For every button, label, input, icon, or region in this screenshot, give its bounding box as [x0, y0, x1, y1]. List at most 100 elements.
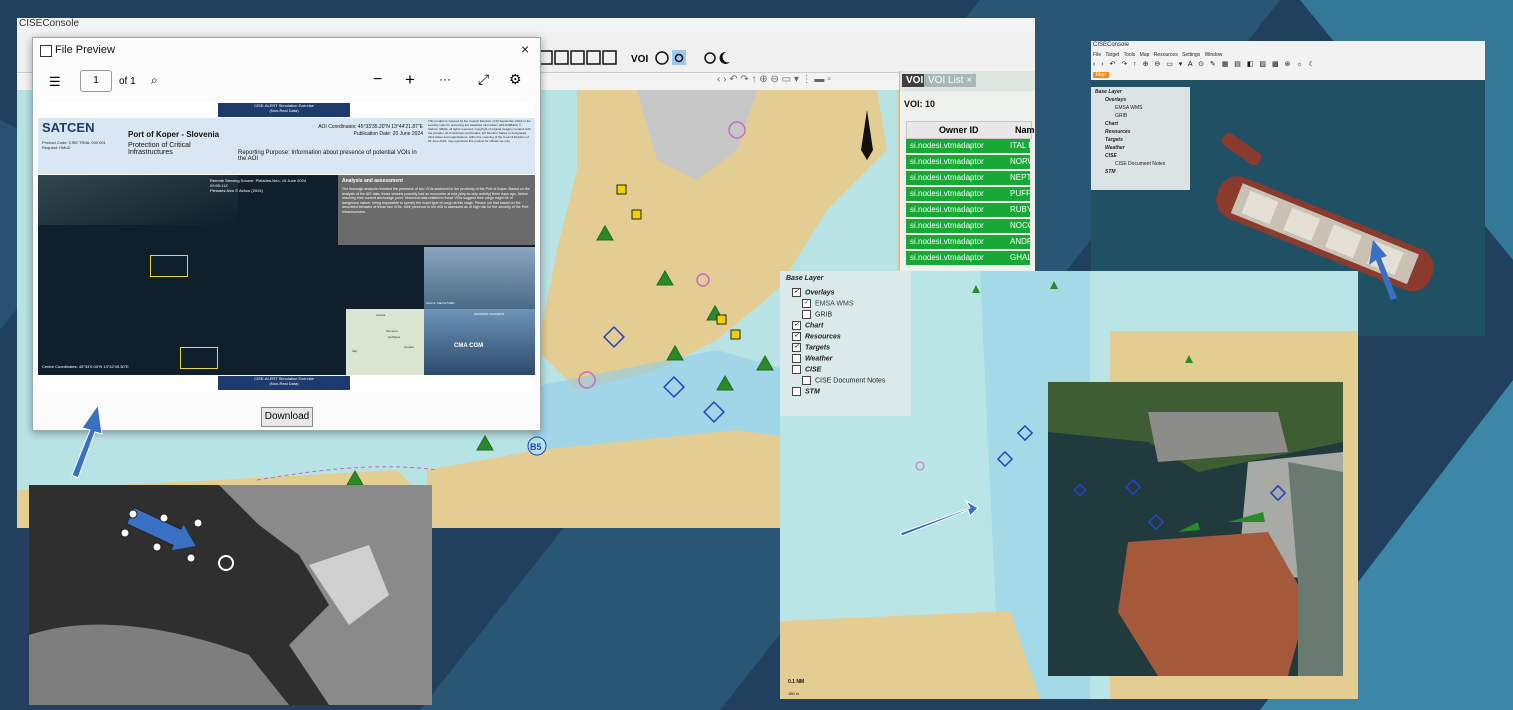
- table-row[interactable]: si.nodesi.vtmadaptorNORW: [906, 155, 1030, 169]
- mini-toolbar[interactable]: ‹ › ↶ ↷ ↑ ⊕ ⊖ ▭ ▾ A ⊙ ✎ ▦ ▤ ◧ ▨ ▩ ⊛ ☼ ☾: [1093, 60, 1483, 70]
- menu-settings[interactable]: Settings: [1182, 52, 1200, 58]
- remote-sensing-source: Remote Sensing Source: Pléiades-Neo, 19 …: [210, 178, 307, 193]
- checkbox[interactable]: [802, 310, 811, 319]
- layer-grib[interactable]: GRIB: [1115, 113, 1127, 119]
- table-row[interactable]: si.nodesi.vtmadaptorPUFFIN: [906, 187, 1030, 201]
- coastline-shading: [38, 175, 238, 225]
- location-map: Austria Slovenia Ljubljana Croatia Italy: [346, 309, 424, 375]
- voi-table-header: Owner ID Name: [906, 121, 1035, 139]
- tab-map[interactable]: Map: [1093, 72, 1109, 78]
- bw-terrain: [29, 485, 432, 705]
- ship-photo-1: Source: MarineTraffic: [424, 247, 535, 309]
- menu-resources[interactable]: Resources: [1154, 52, 1178, 58]
- voi-count: VOI: 10: [904, 99, 936, 109]
- analysis-box: Analysis and assessment The thorough ana…: [338, 175, 535, 245]
- checkbox[interactable]: [792, 387, 801, 396]
- table-row[interactable]: si.nodesi.vtmadaptor GHAL: [906, 251, 1030, 265]
- tab-voi-list[interactable]: VOI List ×: [924, 74, 977, 87]
- ship-imo: IMO/MMSI 212349878: [474, 312, 505, 316]
- checkbox[interactable]: [802, 376, 811, 385]
- mini-menu-bar: File Target Tools Map Resources Settings…: [1093, 52, 1222, 58]
- map-label-croatia: Croatia: [404, 345, 414, 349]
- list-icon[interactable]: ☰: [49, 74, 61, 90]
- checkbox[interactable]: ✓: [792, 332, 801, 341]
- layer-chart[interactable]: Chart: [1105, 121, 1118, 127]
- layer-emsa[interactable]: EMSA WMS: [1115, 105, 1143, 111]
- analysis-title: Analysis and assessment: [342, 178, 403, 184]
- map-nav-controls[interactable]: ‹ › ↶ ↷ ↑ ⊕ ⊖ ▭ ▾ ⋮ ▬ ▫: [717, 74, 887, 88]
- layer-targets[interactable]: Targets: [1105, 137, 1123, 143]
- reporting-purpose: Reporting Purpose: Information about pre…: [238, 150, 417, 162]
- layer-weather[interactable]: Weather: [792, 354, 833, 363]
- layer-resources[interactable]: ✓ Resources: [792, 332, 841, 341]
- layer-resources[interactable]: Resources: [1105, 129, 1131, 135]
- layer-emsa[interactable]: ✓ EMSA WMS: [802, 299, 854, 308]
- menu-target[interactable]: Target: [1105, 52, 1119, 58]
- close-icon[interactable]: ×: [966, 75, 972, 86]
- layer-stm[interactable]: STM: [792, 387, 820, 396]
- svg-text:VOI: VOI: [631, 54, 648, 65]
- doc-subheading: Protection of Critical Infrastructures: [128, 142, 191, 156]
- aerial-port-image: [1048, 382, 1343, 676]
- satellite-image: Remote Sensing Source: Pléiades-Neo, 19 …: [38, 175, 535, 375]
- layer-cise-notes[interactable]: CISE Document Notes: [1115, 161, 1165, 167]
- layer-overlays[interactable]: ✓ Overlays: [792, 288, 835, 297]
- layer-grib[interactable]: GRIB: [802, 310, 832, 319]
- map-label-slovenia: Slovenia: [386, 329, 398, 333]
- voi-box-2: [180, 347, 218, 369]
- download-button[interactable]: Download: [261, 407, 313, 427]
- table-row[interactable]: si.nodesi.vtmadaptorANDRO: [906, 235, 1030, 249]
- layer-overlays[interactable]: Overlays: [1105, 97, 1126, 103]
- table-row[interactable]: si.nodesi.vtmadaptorITAL BO: [906, 139, 1030, 153]
- layer-cise-notes[interactable]: CISE Document Notes: [802, 376, 885, 385]
- layer-targets[interactable]: ✓ Targets: [792, 343, 830, 352]
- ship-brand: CMA CGM: [454, 343, 484, 349]
- layer-base[interactable]: Base Layer: [1095, 89, 1122, 95]
- ship-photo-source: Source: MarineTraffic: [426, 301, 455, 305]
- centre-coordinates: Centre Coordinates: 45°34'0.00"N 13°42'4…: [42, 364, 129, 369]
- zoom-out-icon[interactable]: −: [373, 71, 382, 89]
- aoi-coordinates: AOI Coordinates: 45°33'35.20"N 13°44'21.…: [318, 124, 423, 130]
- checkbox[interactable]: [792, 365, 801, 374]
- product-code: Product Code: CISE TRIAL 000 001 Request…: [42, 140, 106, 150]
- window-icon: [40, 45, 52, 57]
- layer-weather[interactable]: Weather: [1105, 145, 1125, 151]
- column-owner-id[interactable]: Owner ID: [939, 125, 979, 135]
- close-icon[interactable]: ×: [521, 41, 529, 57]
- menu-map[interactable]: Map: [1140, 52, 1150, 58]
- checkbox[interactable]: [792, 354, 801, 363]
- file-preview-dialog: File Preview × ☰ 1 of 1 ⌕ − + ··· ⤢ ⚙ CI…: [32, 37, 541, 431]
- table-row[interactable]: si.nodesi.vtmadaptorNOCC: [906, 219, 1030, 233]
- mini-layer-panel: Base Layer Overlays EMSA WMS GRIB Chart …: [1091, 87, 1190, 190]
- menu-file[interactable]: File: [1093, 52, 1101, 58]
- scale-label: 0.1 NM: [788, 679, 805, 685]
- checkbox[interactable]: ✓: [802, 299, 811, 308]
- column-name[interactable]: Name: [1015, 125, 1035, 135]
- pdf-toolbar: ☰ 1 of 1 ⌕ − + ··· ⤢ ⚙: [33, 66, 540, 100]
- menu-window[interactable]: Window: [1205, 52, 1223, 58]
- search-icon[interactable]: ⌕: [151, 73, 158, 88]
- expand-icon[interactable]: ⤢: [478, 71, 489, 88]
- layer-cise[interactable]: CISE: [1105, 153, 1117, 159]
- layer-stm[interactable]: STM: [1105, 169, 1116, 175]
- right-layer-panel: Base Layer ✓ Overlays ✓ EMSA WMS GRIB ✓ Cha…: [780, 271, 911, 416]
- checkbox[interactable]: ✓: [792, 321, 801, 330]
- menu-tools[interactable]: Tools: [1124, 52, 1136, 58]
- page-number-input[interactable]: 1: [80, 70, 112, 92]
- checkbox[interactable]: ✓: [792, 343, 801, 352]
- checkbox[interactable]: ✓: [792, 288, 801, 297]
- more-icon[interactable]: ···: [439, 72, 451, 86]
- moon-icon[interactable]: [704, 50, 734, 66]
- table-row[interactable]: si.nodesi.vtmadaptorNEPTU: [906, 171, 1030, 185]
- aerial-port-canvas: [1048, 382, 1343, 676]
- voi-tab-bar: VOI VOI List ×: [900, 71, 1035, 91]
- doc-banner-top: CISE-ALERT Simulation Exercise (Non-Real…: [218, 103, 350, 117]
- layer-chart[interactable]: ✓ Chart: [792, 321, 823, 330]
- layer-base[interactable]: Base Layer: [786, 275, 823, 282]
- arrow-pointer: [71, 403, 103, 479]
- legal-notice: This product is covered by the Council D…: [428, 119, 531, 143]
- zoom-in-icon[interactable]: +: [405, 70, 415, 90]
- gear-icon[interactable]: ⚙: [509, 71, 522, 88]
- layer-cise[interactable]: CISE: [792, 365, 821, 374]
- table-row[interactable]: si.nodesi.vtmadaptor RUBY: [906, 203, 1030, 217]
